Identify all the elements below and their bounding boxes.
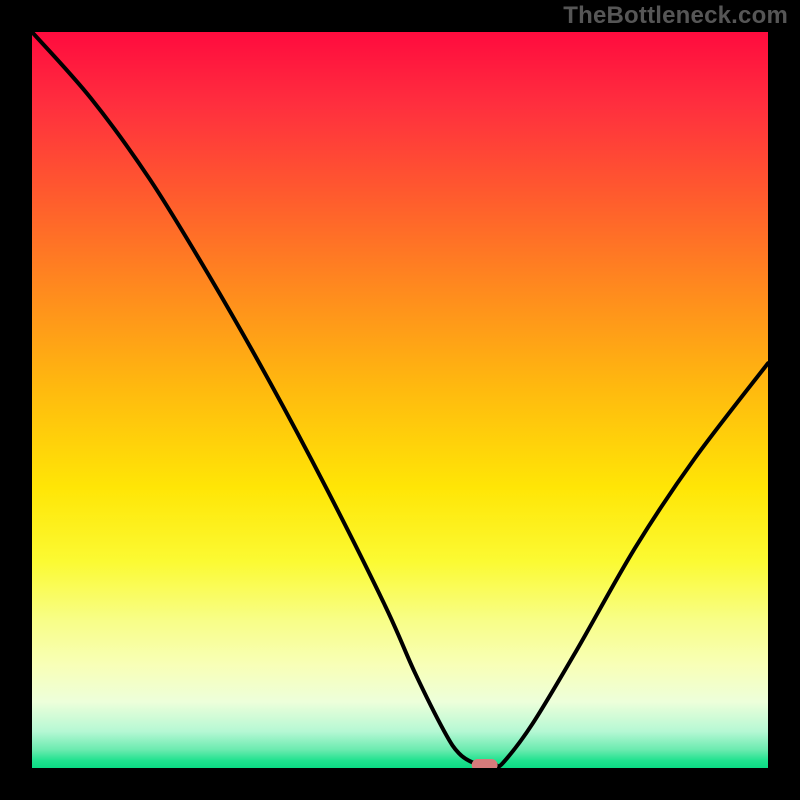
watermark-text: TheBottleneck.com bbox=[563, 2, 788, 30]
optimum-marker-icon bbox=[472, 759, 498, 768]
chart-frame: TheBottleneck.com bbox=[0, 0, 800, 800]
plot-area bbox=[32, 32, 768, 768]
curve-layer bbox=[32, 32, 768, 768]
bottleneck-curve bbox=[32, 32, 768, 766]
